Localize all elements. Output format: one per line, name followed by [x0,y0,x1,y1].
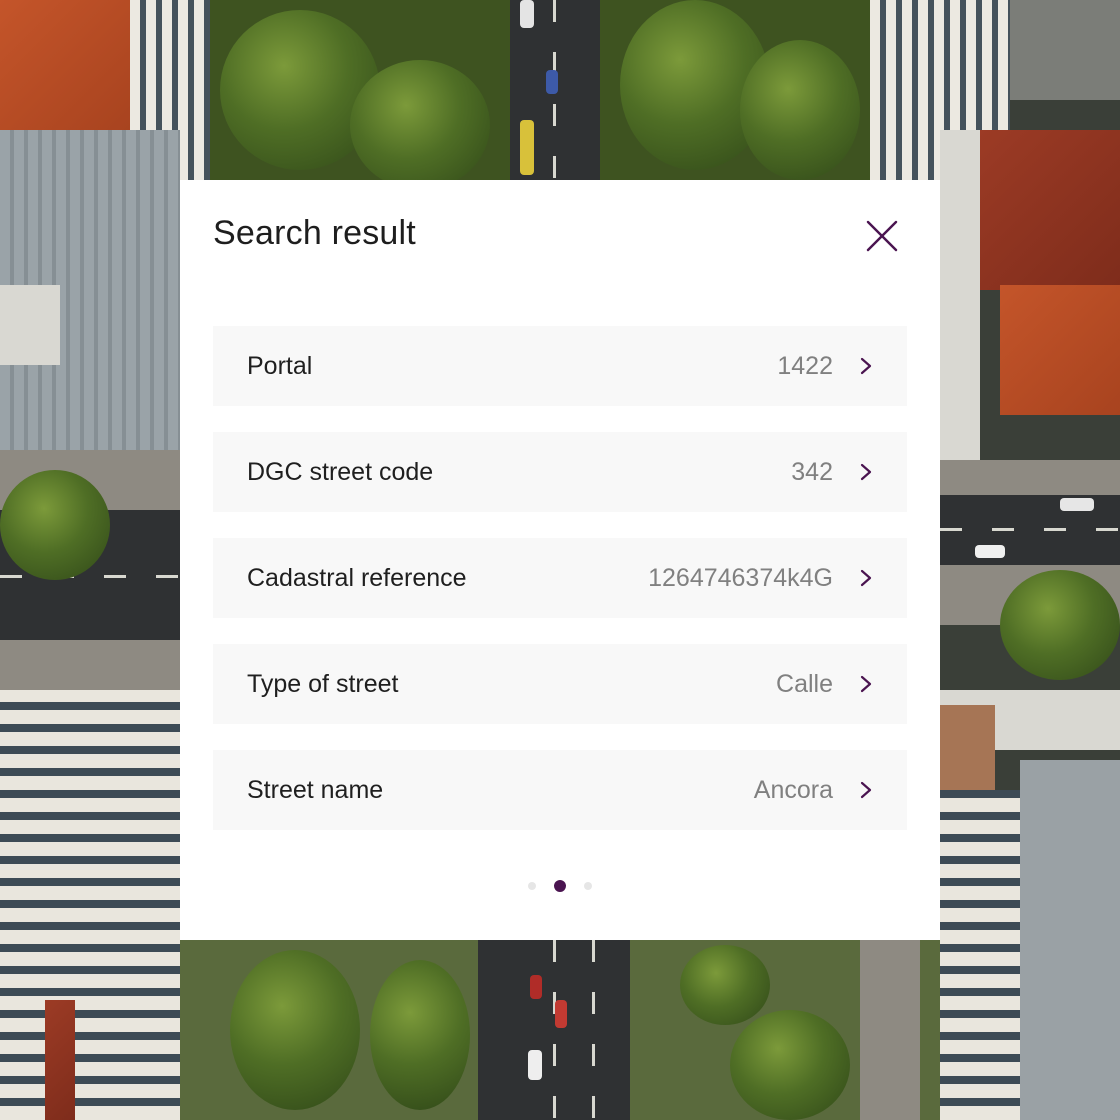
result-list: Portal 1422 DGC street code 342 Cadastra… [213,326,907,856]
modal-title: Search result [213,214,416,252]
chevron-right-icon [860,463,872,481]
result-row-portal[interactable]: Portal 1422 [213,326,907,406]
close-button[interactable] [864,218,900,254]
close-icon [866,220,898,252]
row-value: 342 [791,457,833,486]
row-label: Type of street [247,669,399,698]
page-dot-1[interactable] [528,882,536,890]
chevron-right-icon [860,675,872,693]
row-value: 1264746374k4G [648,563,833,592]
chevron-right-icon [860,569,872,587]
row-label: Portal [247,351,313,380]
row-value: Ancora [753,775,833,804]
result-row-dgc-street-code[interactable]: DGC street code 342 [213,432,907,512]
result-row-cadastral-reference[interactable]: Cadastral reference 1264746374k4G [213,538,907,618]
result-row-type-of-street[interactable]: Type of street Calle [213,644,907,724]
row-label: Street name [247,775,384,804]
chevron-right-icon [860,781,872,799]
pagination-dots [180,880,940,892]
row-label: Cadastral reference [247,563,467,592]
result-row-street-name[interactable]: Street name Ancora [213,750,907,830]
page-dot-2-active[interactable] [554,880,566,892]
page-dot-3[interactable] [584,882,592,890]
chevron-right-icon [860,357,872,375]
row-label: DGC street code [247,457,434,486]
row-value: 1422 [777,351,833,380]
row-value: Calle [776,669,833,698]
search-result-modal: Search result Portal 1422 DGC street cod… [180,180,940,940]
